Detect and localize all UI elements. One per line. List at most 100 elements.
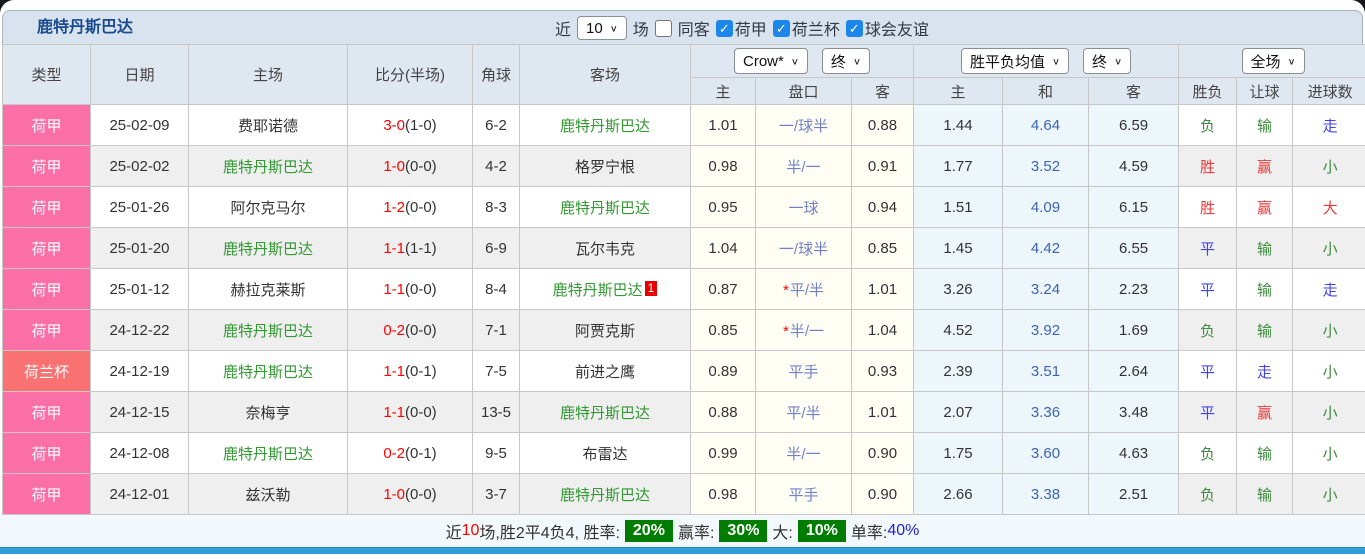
win-rate-badge: 20%	[624, 520, 673, 542]
goals-result-cell: 小	[1292, 227, 1365, 269]
fulltime-score: 1-0	[383, 157, 405, 175]
avg-home-cell: 4.52	[913, 309, 1004, 351]
avg-away-cell: 2.23	[1088, 268, 1180, 310]
result-cell: 平	[1178, 268, 1238, 310]
fulltime-score: 1-2	[383, 198, 405, 216]
league-cell: 荷甲	[2, 145, 91, 187]
handicap-result-cell: 输	[1236, 473, 1294, 515]
recent-count-select[interactable]: 10 ∨	[577, 16, 627, 40]
handicap-result-cell: 输	[1236, 227, 1294, 269]
star-marker: *	[782, 281, 789, 299]
match-row: 荷甲 24-12-08 鹿特丹斯巴达 0-2(0-1) 9-5 布雷达 0.99 半/一 0.9…	[2, 432, 1365, 474]
chevron-down-icon: ∨	[1114, 56, 1123, 67]
goals-result-cell: 小	[1292, 473, 1365, 515]
date-cell: 24-12-19	[90, 350, 189, 392]
fulltime-score: 1-1	[383, 280, 405, 298]
handicap-cell: 一/球半	[755, 104, 852, 146]
match-row: 荷甲 24-12-15 奈梅亨 1-1(0-0) 13-5 鹿特丹斯巴达 0.88 平/半 1.…	[2, 391, 1365, 433]
result-cell: 负	[1178, 432, 1238, 474]
away-odds-cell: 0.90	[850, 473, 915, 515]
away-odds-cell: 0.94	[850, 186, 915, 228]
same-venue-checkbox[interactable]	[654, 19, 672, 37]
corners-cell: 3-7	[472, 473, 520, 515]
league-checkbox-knvb-cup[interactable]: ✓	[772, 19, 790, 37]
recent-label: 近	[555, 22, 572, 39]
avg-draw-cell: 3.51	[1002, 350, 1090, 392]
halftime-score: (0-1)	[405, 362, 437, 380]
score-cell: 1-2(0-0)	[347, 186, 473, 228]
date-cell: 25-01-20	[90, 227, 189, 269]
handicap-cell: 平/半	[755, 391, 852, 433]
chevron-down-icon: ∨	[1287, 56, 1296, 67]
date-cell: 25-01-26	[90, 186, 189, 228]
away-odds-cell: 1.01	[850, 268, 915, 310]
away-team-cell: 前进之鹰	[519, 350, 691, 392]
league-cell: 荷甲	[2, 473, 91, 515]
summary-footer: 近 10 场,胜2平4负4, 胜率: 20% 赢率: 30% 大: 10% 单率: 40%	[0, 515, 1365, 547]
odds-header-cell: Crow* ∨ 终 ∨	[689, 44, 915, 78]
result-cell: 平	[1178, 350, 1238, 392]
odds-company-select[interactable]: Crow* ∨	[734, 48, 808, 74]
handicap-win-rate-badge: 30%	[719, 520, 768, 542]
away-odds-cell: 0.91	[850, 145, 915, 187]
avg-away-cell: 6.55	[1088, 227, 1180, 269]
avg-home-cell: 2.39	[913, 350, 1004, 392]
away-team-cell: 阿贾克斯	[519, 309, 691, 351]
home-team-cell: 奈梅亨	[188, 391, 348, 433]
home-odds-cell: 0.99	[690, 432, 756, 474]
corners-cell: 6-9	[472, 227, 520, 269]
handicap-result-cell: 输	[1236, 268, 1294, 310]
avg-time-select[interactable]: 终 ∨	[1083, 48, 1132, 74]
avg-type-select[interactable]: 胜平负均值 ∨	[960, 48, 1070, 74]
home-team-cell: 阿尔克马尔	[188, 186, 348, 228]
corners-cell: 9-5	[472, 432, 520, 474]
handicap-result-cell: 赢	[1236, 391, 1294, 433]
goals-result-cell: 小	[1292, 145, 1365, 187]
subcol-avg-away: 客	[1088, 77, 1180, 105]
avg-time-value: 终	[1092, 53, 1108, 71]
league-checkbox-club-friendly[interactable]: ✓	[845, 19, 863, 37]
footer-text: 赢率:	[677, 525, 715, 542]
halftime-score: (1-0)	[405, 116, 437, 134]
league-cell: 荷甲	[2, 186, 91, 228]
fulltime-score: 0-2	[383, 321, 405, 339]
home-team-cell: 兹沃勒	[188, 473, 348, 515]
page-title: 鹿特丹斯巴达	[37, 19, 134, 36]
score-cell: 1-1(1-1)	[347, 227, 473, 269]
date-cell: 25-01-12	[90, 268, 189, 310]
avg-draw-cell: 3.52	[1002, 145, 1090, 187]
match-row: 荷兰杯 24-12-19 鹿特丹斯巴达 1-1(0-1) 7-5 前进之鹰 0.89 平手 0.…	[2, 350, 1365, 392]
period-header-cell: 全场 ∨	[1178, 44, 1365, 78]
home-team-cell: 鹿特丹斯巴达	[188, 350, 348, 392]
league-checkbox-eredivisie[interactable]: ✓	[715, 19, 733, 37]
col-header-home: 主场	[188, 44, 348, 105]
odds-time-select[interactable]: 终 ∨	[821, 48, 870, 74]
over-rate-badge: 10%	[797, 520, 846, 542]
recent-count-value: 10	[461, 522, 480, 539]
handicap-cell: 一/球半	[755, 227, 852, 269]
handicap-result-cell: 输	[1236, 104, 1294, 146]
odd-rate-value: 40%	[887, 522, 920, 539]
match-row: 荷甲 25-02-02 鹿特丹斯巴达 1-0(0-0) 4-2 格罗宁根 0.98 半/一 0.…	[2, 145, 1365, 187]
subcol-goals: 进球数	[1292, 77, 1365, 105]
period-select[interactable]: 全场 ∨	[1241, 48, 1305, 74]
home-team-cell: 鹿特丹斯巴达	[188, 309, 348, 351]
matches-label: 场	[632, 22, 649, 39]
goals-result-cell: 小	[1292, 391, 1365, 433]
filter-controls: 近 10 ∨ 场 同客 ✓ 荷甲 ✓ 荷兰杯 ✓ 球会友谊	[555, 11, 929, 45]
corners-cell: 6-2	[472, 104, 520, 146]
date-cell: 25-02-09	[90, 104, 189, 146]
away-odds-cell: 0.93	[850, 350, 915, 392]
col-header-type: 类型	[2, 44, 91, 105]
handicap-result-cell: 输	[1236, 309, 1294, 351]
home-odds-cell: 1.01	[690, 104, 756, 146]
goals-result-cell: 走	[1292, 268, 1365, 310]
fulltime-score: 3-0	[383, 116, 405, 134]
result-cell: 胜	[1178, 145, 1238, 187]
match-rows: 荷甲 25-02-09 费耶诺德 3-0(1-0) 6-2 鹿特丹斯巴达 1.01 一/球半 0…	[2, 104, 1365, 515]
handicap-cell: 平手	[755, 350, 852, 392]
date-cell: 24-12-22	[90, 309, 189, 351]
match-row: 荷甲 24-12-01 兹沃勒 1-0(0-0) 3-7 鹿特丹斯巴达 0.98 平手 0.90…	[2, 473, 1365, 515]
subcol-avg-draw: 和	[1002, 77, 1090, 105]
match-row: 荷甲 25-02-09 费耶诺德 3-0(1-0) 6-2 鹿特丹斯巴达 1.01 一/球半 0…	[2, 104, 1365, 146]
